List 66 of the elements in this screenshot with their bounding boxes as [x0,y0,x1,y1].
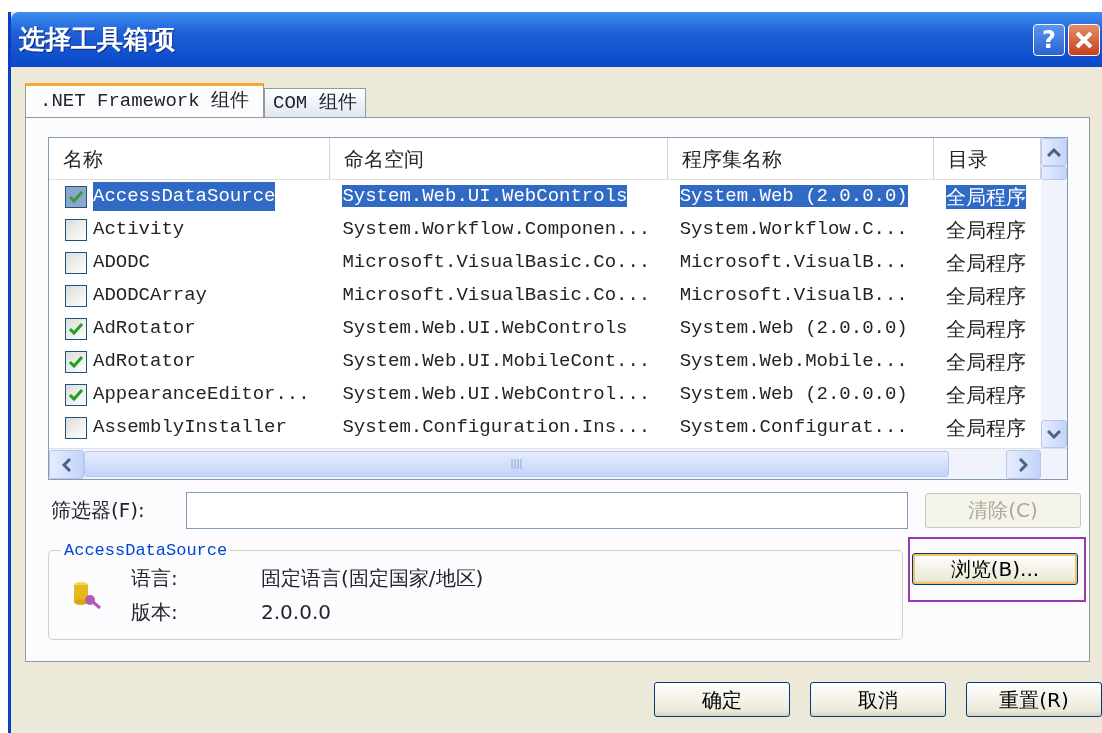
table-cell: System.Web (2.0.0.0) [679,383,908,406]
table-cell: 全局程序 [946,184,1027,209]
table-cell-text: AssemblyInstaller [93,415,287,441]
table-cell: System.Web (2.0.0.0) [679,317,908,340]
table-cell: Microsoft.VisualB... [679,251,908,274]
filter-label: 筛选器(F): [51,497,146,524]
table-cell: System.Web.UI.WebControls [342,185,628,208]
table-cell: System.Web.Mobile... [679,350,908,373]
table-cell: System.Workflow.C... [679,218,908,241]
field-label: 版本: [131,599,179,626]
table-cell: 全局程序 [946,217,1027,242]
table-cell: 全局程序 [946,283,1027,308]
vertical-scrollbar[interactable] [1041,138,1067,448]
field-label: 语言: [131,565,179,592]
table-cell: System.Configuration.Ins... [342,416,651,439]
column-header[interactable]: 名称 [49,138,331,179]
tab[interactable]: .NET Framework 组件 [25,83,265,117]
checkbox[interactable] [65,383,87,406]
table-cell-text: AdRotator [93,316,196,342]
checkbox[interactable] [65,416,87,439]
table-cell: System.Web.UI.WebControls [342,317,628,340]
close-button[interactable] [1068,23,1100,56]
field-value: 固定语言(固定国家/地区) [261,565,484,592]
checkbox[interactable] [65,284,87,307]
table-cell: 全局程序 [946,382,1027,407]
dialog-button[interactable]: 确定 [654,682,790,717]
browse-button[interactable]: 浏览(B)... [912,553,1078,585]
table-cell: 全局程序 [946,415,1027,440]
column-header[interactable]: 程序集名称 [667,138,935,179]
table-cell-text: AdRotator [93,349,196,375]
help-button[interactable]: ? [1033,23,1065,56]
checkbox[interactable] [65,317,87,340]
table-cell: 全局程序 [946,250,1027,275]
window-title: 选择工具箱项 [19,23,176,56]
column-header[interactable]: 命名空间 [330,138,668,179]
table-cell: System.Workflow.Componen... [342,218,651,241]
database-key-icon [71,580,101,610]
field-value: 2.0.0.0 [261,599,332,626]
scroll-thumb[interactable] [1041,166,1067,180]
close-icon [1074,29,1094,50]
column-header[interactable]: 目录 [934,138,1041,179]
dialog-button[interactable]: 重置(R) [966,682,1102,717]
table-cell: Microsoft.VisualBasic.Co... [342,251,651,274]
table-cell-text: ADODCArray [93,283,208,309]
table-cell-text: AppearanceEditor... [93,382,310,408]
table-cell: Microsoft.VisualBasic.Co... [342,284,651,307]
table-cell-text: Activity [93,217,185,243]
table-cell: System.Configurat... [679,416,908,439]
table-cell: 全局程序 [946,349,1027,374]
filter-field[interactable] [186,491,908,529]
table-cell: System.Web.UI.WebControl... [342,383,651,406]
table-cell: Microsoft.VisualB... [679,284,908,307]
checkbox[interactable] [65,350,87,373]
dialog-button[interactable]: 取消 [810,682,946,717]
grip-icon [509,458,524,470]
scroll-thumb[interactable] [84,451,949,477]
table-cell: System.Web (2.0.0.0) [679,185,908,208]
horizontal-scrollbar[interactable] [49,448,1067,479]
table-cell: 全局程序 [946,316,1027,341]
table-cell: AccessDataSource [93,182,276,211]
checkbox[interactable] [65,251,87,274]
checkbox[interactable] [65,218,87,241]
table-cell: System.Web.UI.MobileCont... [342,350,651,373]
tab[interactable]: COM 组件 [264,88,366,117]
checkbox[interactable] [65,185,87,208]
table-cell-text: ADODC [93,250,150,276]
